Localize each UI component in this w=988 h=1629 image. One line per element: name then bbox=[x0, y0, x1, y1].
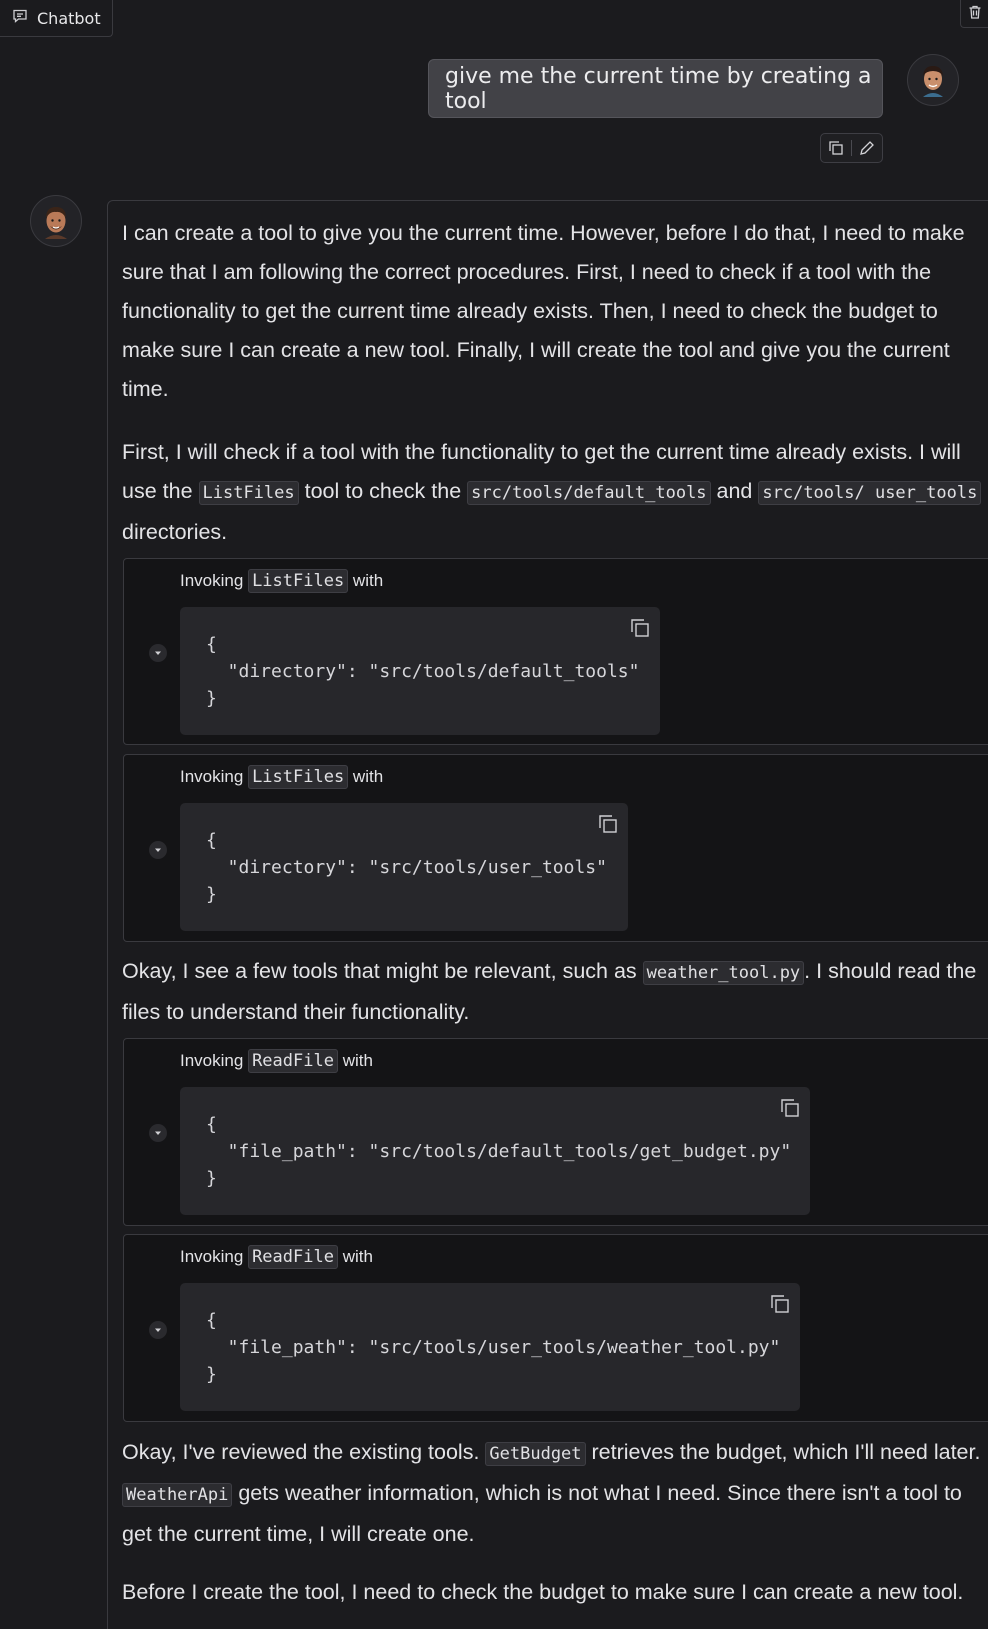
collapse-toggle[interactable] bbox=[149, 644, 167, 662]
bot-paragraph-1: I can create a tool to give you the curr… bbox=[122, 221, 965, 401]
inline-code: ListFiles bbox=[198, 481, 299, 505]
text: gets weather information, which is not w… bbox=[122, 1481, 962, 1546]
caret-down-icon bbox=[155, 1328, 161, 1332]
copy-icon bbox=[771, 1295, 789, 1313]
tool-call-block: Invoking ListFiles with { "directory": "… bbox=[123, 558, 988, 745]
tool-call-block: Invoking ListFiles with { "directory": "… bbox=[123, 754, 988, 942]
collapse-toggle[interactable] bbox=[149, 841, 167, 859]
copy-code-button[interactable] bbox=[769, 1293, 793, 1317]
tool-call-prefix: Invoking bbox=[180, 1247, 244, 1266]
tool-call-block: Invoking ReadFile with { "file_path": "s… bbox=[123, 1234, 988, 1422]
tool-args-text: { "directory": "src/tools/default_tools"… bbox=[206, 634, 640, 709]
copy-code-button[interactable] bbox=[629, 617, 653, 641]
user-message: give me the current time by creating a t… bbox=[428, 59, 883, 118]
collapse-toggle[interactable] bbox=[149, 1124, 167, 1142]
tool-args-code: { "file_path": "src/tools/user_tools/wea… bbox=[180, 1283, 800, 1411]
chat-icon bbox=[12, 8, 28, 28]
tool-args-text: { "file_path": "src/tools/default_tools/… bbox=[206, 1114, 792, 1189]
tool-name: ReadFile bbox=[248, 1049, 338, 1073]
text: retrieves the budget, which I'll need la… bbox=[585, 1440, 981, 1464]
tool-args-code: { "directory": "src/tools/default_tools"… bbox=[180, 607, 660, 735]
tool-call-header: Invoking ReadFile with bbox=[180, 1245, 373, 1269]
copy-icon bbox=[829, 141, 843, 155]
tool-name: ReadFile bbox=[248, 1245, 338, 1269]
inline-code: src/tools/default_tools bbox=[467, 481, 711, 505]
tool-call-header: Invoking ListFiles with bbox=[180, 569, 384, 593]
tool-args-code: { "file_path": "src/tools/default_tools/… bbox=[180, 1087, 810, 1215]
user-message-actions bbox=[820, 133, 883, 163]
text: Okay, I see a few tools that might be re… bbox=[122, 959, 643, 983]
caret-down-icon bbox=[155, 651, 161, 655]
text: tool to check the bbox=[298, 479, 468, 503]
copy-icon bbox=[599, 815, 617, 833]
tool-name: ListFiles bbox=[248, 569, 349, 593]
collapse-toggle[interactable] bbox=[149, 1321, 167, 1339]
inline-code: src/tools/ user_tools bbox=[758, 481, 982, 505]
copy-icon bbox=[781, 1099, 799, 1117]
inline-code: GetBudget bbox=[485, 1442, 586, 1466]
tool-call-block: Invoking ReadFile with { "file_path": "s… bbox=[123, 1038, 988, 1226]
chatbot-tab: Chatbot bbox=[0, 0, 113, 37]
user-avatar bbox=[907, 54, 959, 106]
edit-message-button[interactable] bbox=[852, 134, 882, 162]
bot-paragraph-2: First, I will check if a tool with the f… bbox=[122, 433, 988, 552]
tool-name: ListFiles bbox=[248, 765, 349, 789]
tool-call-suffix: with bbox=[342, 1051, 373, 1070]
copy-code-button[interactable] bbox=[597, 813, 621, 837]
tool-args-code: { "directory": "src/tools/user_tools" } bbox=[180, 803, 628, 931]
tool-call-header: Invoking ListFiles with bbox=[180, 765, 384, 789]
bot-paragraph-3: Okay, I see a few tools that might be re… bbox=[122, 952, 988, 1032]
bot-avatar bbox=[30, 195, 82, 247]
inline-code: weather_tool.py bbox=[642, 961, 805, 985]
tool-call-suffix: with bbox=[342, 1247, 373, 1266]
tool-call-prefix: Invoking bbox=[180, 571, 244, 590]
tool-args-text: { "directory": "src/tools/user_tools" } bbox=[206, 830, 607, 905]
text: Okay, I've reviewed the existing tools. bbox=[122, 1440, 486, 1464]
caret-down-icon bbox=[155, 1131, 161, 1135]
inline-code: WeatherApi bbox=[122, 1483, 233, 1507]
copy-code-button[interactable] bbox=[779, 1097, 803, 1121]
tool-call-header: Invoking ReadFile with bbox=[180, 1049, 373, 1073]
tool-call-suffix: with bbox=[352, 571, 384, 590]
chatbot-tab-label: Chatbot bbox=[37, 8, 101, 28]
copy-message-button[interactable] bbox=[821, 134, 851, 162]
text: directories. bbox=[122, 520, 228, 544]
tool-call-prefix: Invoking bbox=[180, 1051, 244, 1070]
bot-paragraph-5: Before I create the tool, I need to chec… bbox=[122, 1580, 964, 1604]
tool-args-text: { "file_path": "src/tools/user_tools/wea… bbox=[206, 1310, 781, 1385]
bot-paragraph-4: Okay, I've reviewed the existing tools. … bbox=[122, 1433, 988, 1554]
pencil-icon bbox=[860, 141, 874, 155]
caret-down-icon bbox=[155, 848, 161, 852]
tool-call-prefix: Invoking bbox=[180, 767, 244, 786]
text: and bbox=[710, 479, 759, 503]
tool-call-suffix: with bbox=[352, 767, 384, 786]
chatbot-page: Chatbot give me the current time by crea… bbox=[0, 0, 988, 1629]
user-message-text: give me the current time by creating a t… bbox=[445, 63, 872, 114]
trash-icon bbox=[967, 4, 983, 24]
copy-icon bbox=[631, 619, 649, 637]
clear-chat-button[interactable] bbox=[960, 0, 988, 28]
